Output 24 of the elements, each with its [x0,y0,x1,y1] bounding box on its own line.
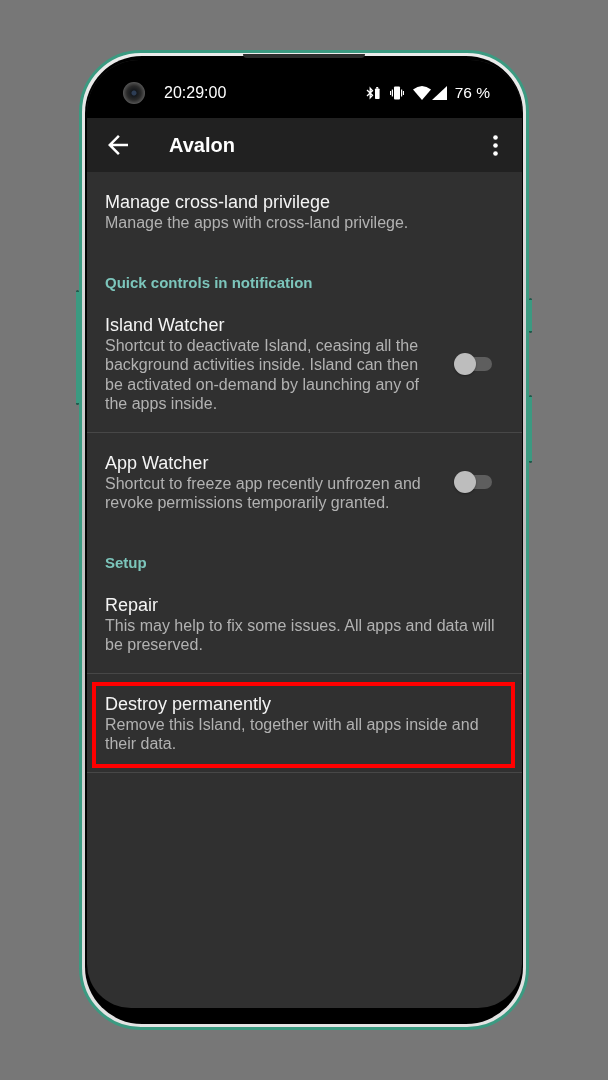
signal-icon [431,86,447,100]
back-icon[interactable] [108,135,128,155]
preference-title: Manage cross-land privilege [105,191,332,213]
preference-title: Repair [105,593,160,616]
preference-summary: Shortcut to freeze app recently unfrozen and revoke permissions temporarily granted. [105,473,422,513]
category-header: Setup [104,552,148,573]
preference-title: Destroy permanently [105,692,273,715]
battery-percent: 76 % [454,83,490,103]
camera-lens-icon [123,82,145,104]
vibrate-icon [389,86,404,100]
toggle-switch[interactable] [454,352,492,375]
preference-summary: This may help to fix some issues. All apps and data will be preserved. [105,615,496,655]
toggle-switch[interactable] [454,471,492,493]
preference-title: App Watcher [105,451,210,474]
preference-summary: Shortcut to deactivate Island, ceasing all the background activities inside. Island can then be activated on-demand by launching any of the apps inside. [105,335,420,414]
more-options-icon[interactable] [493,134,498,156]
status-time: 20:29:00 [164,83,227,103]
preference-title: Island Watcher [105,313,226,336]
preference-summary: Remove this Island, together with all apps inside and their data. [105,714,480,754]
preference-summary: Manage the apps with cross-land privilege. [105,213,410,233]
wifi-icon [412,86,431,100]
bluetooth-battery-icon [365,86,380,100]
category-header: Quick controls in notification [104,272,314,293]
app-bar-title: Avalon [169,133,235,158]
